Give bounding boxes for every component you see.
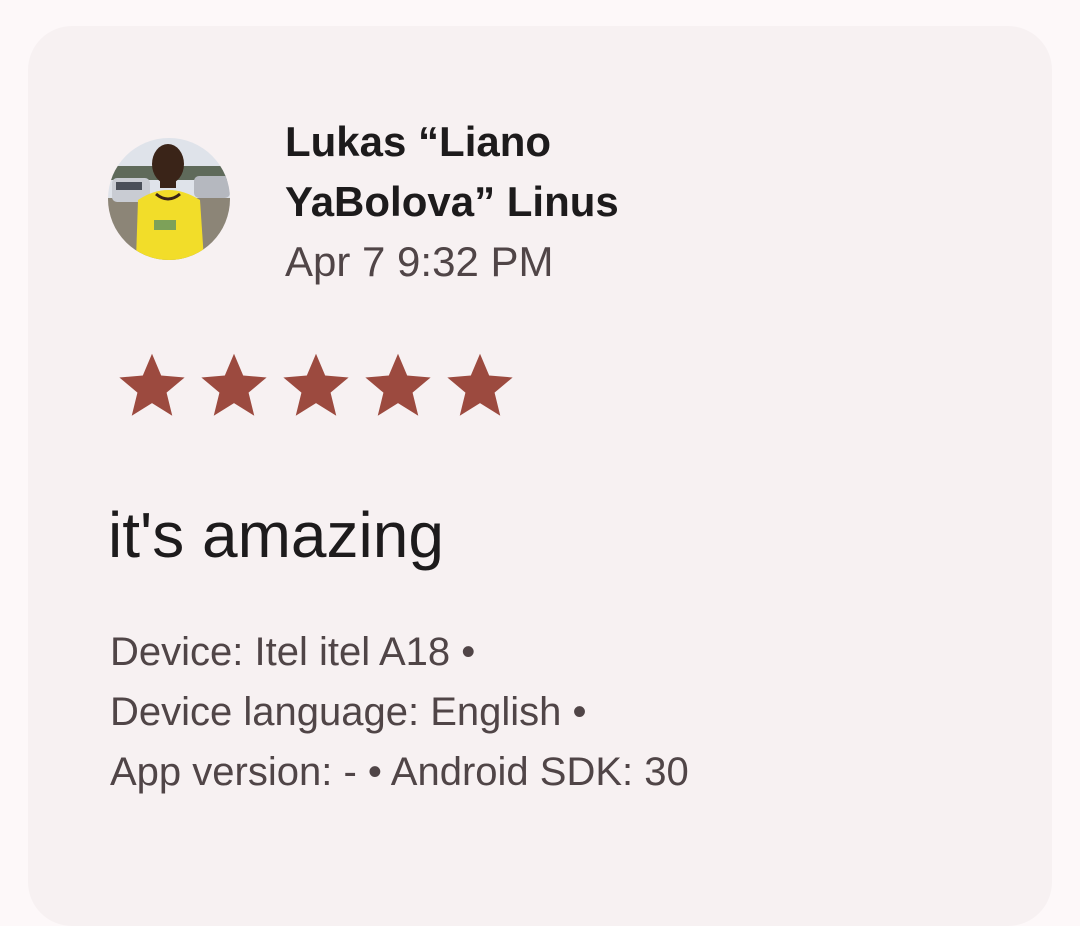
device-language-info: Device language: English • (110, 690, 587, 734)
review-text: it's amazing (108, 499, 444, 571)
star-icon (365, 353, 431, 416)
star-rating (112, 348, 520, 424)
review-date: Apr 7 9:32 PM (285, 238, 554, 285)
device-info: Device: Itel itel A18 • (110, 630, 476, 674)
star-icon (201, 353, 267, 416)
device-details: Device: Itel itel A18 • Device language:… (110, 622, 960, 802)
avatar (108, 138, 230, 260)
avatar-photo (108, 138, 230, 260)
app-version-info: App version: - • Android SDK: 30 (110, 750, 689, 794)
star-icon (283, 353, 349, 416)
star-icon (119, 353, 185, 416)
reviewer-name: Lukas “Liano YaBolova” Linus (285, 118, 619, 225)
star-icon (447, 353, 513, 416)
